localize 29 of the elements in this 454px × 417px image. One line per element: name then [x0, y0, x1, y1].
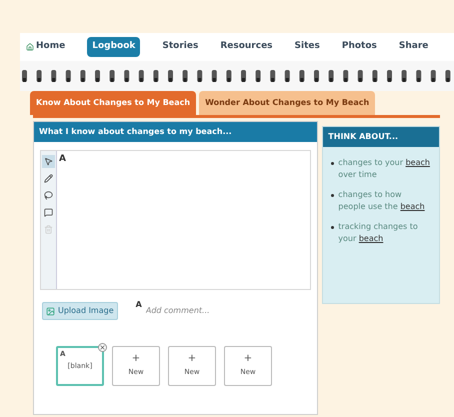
image-icon [46, 306, 55, 316]
text-marker: A [59, 153, 66, 166]
close-icon[interactable] [98, 343, 107, 352]
nav-link[interactable]: Share [398, 37, 428, 57]
think-about-item: tracking changes to your beach [331, 221, 431, 245]
bullet-icon [331, 226, 334, 229]
bullet-icon [331, 162, 334, 165]
nav-link[interactable]: Home [26, 37, 66, 57]
pointer-tool[interactable] [42, 155, 55, 168]
pencil-tool[interactable] [42, 172, 55, 185]
text-marker: A [136, 299, 142, 311]
beach-link[interactable]: beach [358, 234, 384, 243]
panel-title: What I know about changes to my beach... [34, 122, 318, 142]
tab[interactable]: Wonder About Changes to My Beach [199, 91, 376, 115]
nav-link[interactable]: Photos [342, 37, 377, 57]
think-about-item: changes to how people use the beach [331, 189, 431, 213]
think-about-item: changes to your beach over time [331, 157, 431, 181]
upload-image-button[interactable]: Upload Image [42, 302, 118, 320]
nav-link[interactable]: Logbook [87, 37, 140, 57]
beach-link[interactable]: beach [406, 158, 430, 167]
nav-link[interactable]: Stories [162, 37, 198, 57]
nav-link[interactable]: Sites [294, 37, 320, 57]
nav-link[interactable]: Resources [220, 37, 273, 57]
bullet-icon [331, 194, 334, 197]
beach-link[interactable]: beach [400, 202, 425, 211]
home-icon [26, 43, 34, 51]
comment-tool[interactable] [42, 206, 55, 219]
lasso-tool[interactable] [42, 189, 55, 202]
panel-title: THINK ABOUT... [323, 127, 439, 147]
